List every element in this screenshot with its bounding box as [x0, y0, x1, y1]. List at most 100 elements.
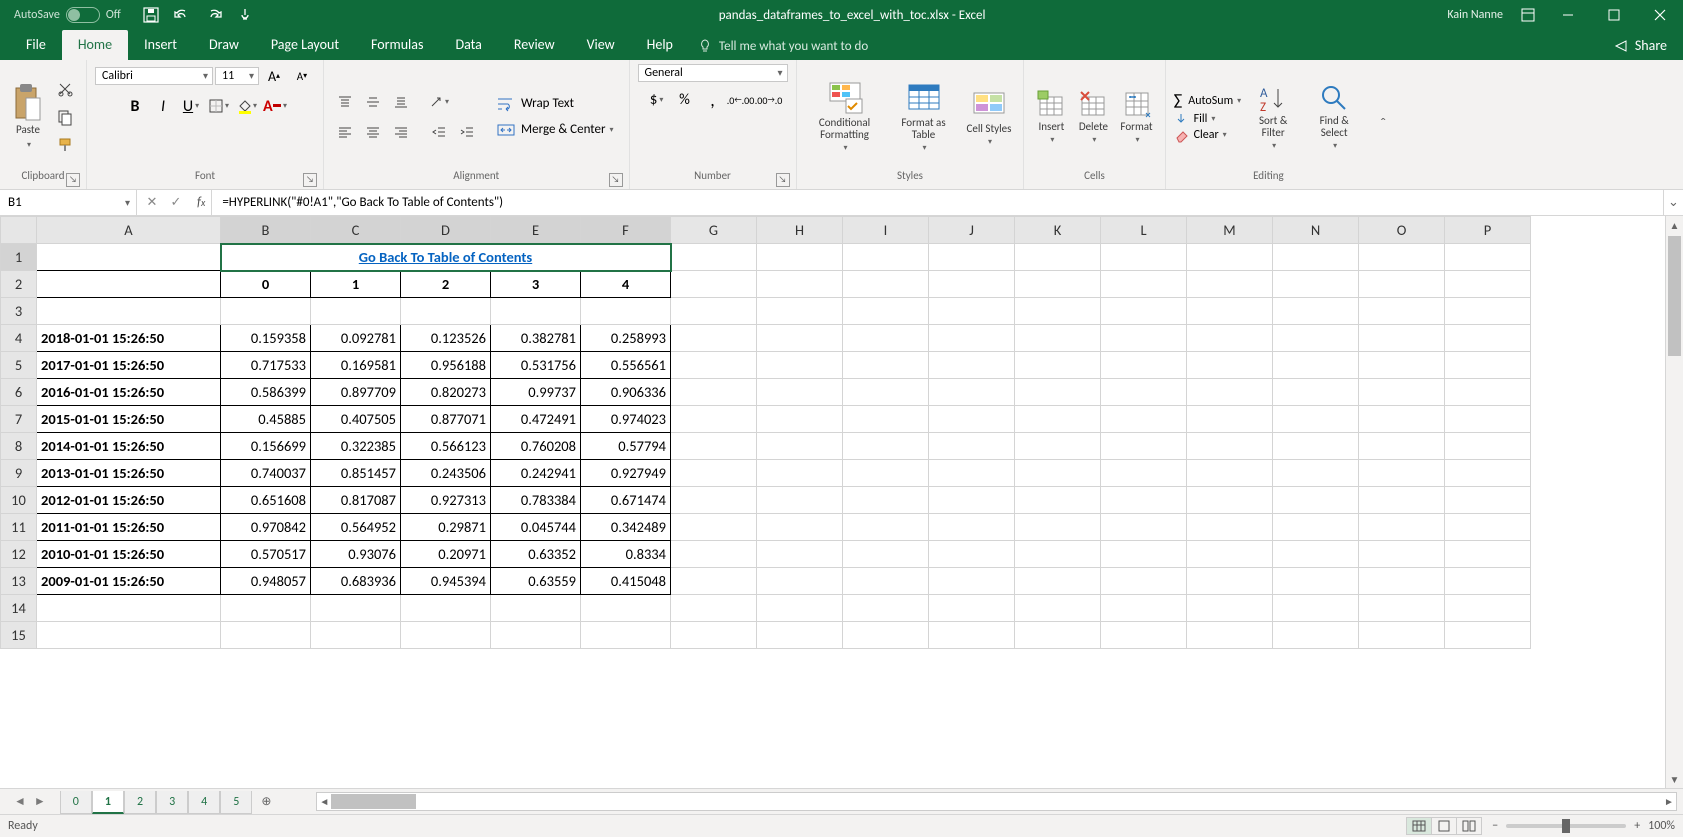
orientation-button[interactable]	[426, 90, 452, 114]
align-center-button[interactable]	[360, 120, 386, 144]
comma-button[interactable]: ,	[700, 88, 726, 112]
timestamp-cell[interactable]: 2013-01-01 15:26:50	[37, 460, 221, 487]
toggle-switch[interactable]	[66, 7, 100, 23]
row-header[interactable]: 4	[1, 325, 37, 352]
wrap-text-button[interactable]: Wrap Text	[490, 93, 621, 115]
col-header[interactable]: K	[1015, 217, 1101, 244]
data-cell[interactable]: 0.57794	[581, 433, 671, 460]
scroll-right-icon[interactable]: ►	[1662, 793, 1676, 810]
col-header[interactable]: B	[221, 217, 311, 244]
data-header[interactable]: 2	[401, 271, 491, 298]
cell-grid[interactable]: A B C D E F G H I J K L M N O P 1 Go Bac…	[0, 216, 1665, 788]
tab-file[interactable]: File	[10, 30, 62, 60]
sort-filter-button[interactable]: AZ Sort & Filter	[1245, 81, 1301, 153]
sheet-tab[interactable]: 0	[60, 791, 92, 814]
data-cell[interactable]: 0.740037	[221, 460, 311, 487]
save-icon[interactable]	[143, 7, 159, 23]
align-left-button[interactable]	[332, 120, 358, 144]
row-header[interactable]: 3	[1, 298, 37, 325]
align-top-button[interactable]	[332, 90, 358, 114]
row-header[interactable]: 10	[1, 487, 37, 514]
col-header[interactable]: I	[843, 217, 929, 244]
scroll-thumb[interactable]	[1668, 236, 1681, 356]
data-cell[interactable]: 0.156699	[221, 433, 311, 460]
maximize-button[interactable]	[1591, 0, 1637, 30]
row-header[interactable]: 7	[1, 406, 37, 433]
timestamp-cell[interactable]: 2010-01-01 15:26:50	[37, 541, 221, 568]
data-cell[interactable]: 0.159358	[221, 325, 311, 352]
col-header[interactable]: C	[311, 217, 401, 244]
row-header[interactable]: 6	[1, 379, 37, 406]
accounting-format-button[interactable]: $	[644, 88, 670, 112]
data-cell[interactable]: 0.8334	[581, 541, 671, 568]
timestamp-cell[interactable]: 2014-01-01 15:26:50	[37, 433, 221, 460]
data-cell[interactable]: 0.93076	[311, 541, 401, 568]
delete-cells-button[interactable]: Delete	[1074, 87, 1112, 147]
italic-button[interactable]: I	[150, 94, 176, 118]
data-header[interactable]: 1	[311, 271, 401, 298]
number-format-select[interactable]: General	[638, 64, 788, 82]
horizontal-scrollbar[interactable]: ◄ ►	[316, 792, 1677, 811]
row-header[interactable]: 2	[1, 271, 37, 298]
data-cell[interactable]: 0.783384	[491, 487, 581, 514]
clear-button[interactable]: Clear	[1174, 128, 1242, 142]
data-cell[interactable]: 0.258993	[581, 325, 671, 352]
data-cell[interactable]: 0.407505	[311, 406, 401, 433]
new-sheet-button[interactable]: ⊕	[252, 789, 280, 814]
data-cell[interactable]: 0.472491	[491, 406, 581, 433]
toc-link-cell[interactable]: Go Back To Table of Contents	[221, 244, 671, 271]
row-header[interactable]: 14	[1, 595, 37, 622]
col-header[interactable]: L	[1101, 217, 1187, 244]
increase-decimal-button[interactable]: .0←.00	[728, 88, 754, 112]
data-cell[interactable]: 0.092781	[311, 325, 401, 352]
tab-page-layout[interactable]: Page Layout	[255, 30, 355, 60]
data-cell[interactable]: 0.877071	[401, 406, 491, 433]
data-cell[interactable]: 0.382781	[491, 325, 581, 352]
fx-label[interactable]: fx	[191, 190, 212, 215]
row-header[interactable]: 9	[1, 460, 37, 487]
data-header[interactable]: 3	[491, 271, 581, 298]
sheet-nav-arrows[interactable]: ◄►	[0, 789, 60, 814]
data-cell[interactable]: 0.63352	[491, 541, 581, 568]
zoom-out-button[interactable]: −	[1492, 819, 1498, 833]
data-cell[interactable]: 0.242941	[491, 460, 581, 487]
borders-button[interactable]	[206, 94, 232, 118]
timestamp-cell[interactable]: 2009-01-01 15:26:50	[37, 568, 221, 595]
decrease-indent-button[interactable]	[426, 120, 452, 144]
data-cell[interactable]: 0.717533	[221, 352, 311, 379]
tab-help[interactable]: Help	[631, 30, 689, 60]
data-cell[interactable]: 0.760208	[491, 433, 581, 460]
tab-data[interactable]: Data	[439, 30, 497, 60]
dialog-launcher-icon[interactable]: ↘	[66, 173, 80, 187]
tab-home[interactable]: Home	[62, 30, 128, 60]
fill-color-button[interactable]	[234, 94, 260, 118]
merge-center-button[interactable]: Merge & Center	[490, 119, 621, 141]
redo-icon[interactable]	[205, 7, 223, 23]
format-cells-button[interactable]: Format	[1116, 87, 1156, 147]
data-cell[interactable]: 0.531756	[491, 352, 581, 379]
align-middle-button[interactable]	[360, 90, 386, 114]
data-cell[interactable]: 0.45885	[221, 406, 311, 433]
underline-button[interactable]: U	[178, 94, 204, 118]
accept-formula-icon[interactable]: ✓	[167, 195, 185, 210]
data-cell[interactable]: 0.556561	[581, 352, 671, 379]
data-cell[interactable]: 0.970842	[221, 514, 311, 541]
collapse-ribbon-button[interactable]: ˆ	[1371, 60, 1395, 189]
fill-button[interactable]: Fill	[1174, 112, 1242, 126]
timestamp-cell[interactable]: 2015-01-01 15:26:50	[37, 406, 221, 433]
tab-draw[interactable]: Draw	[193, 30, 255, 60]
data-cell[interactable]: 0.342489	[581, 514, 671, 541]
undo-icon[interactable]	[173, 7, 191, 23]
data-cell[interactable]: 0.123526	[401, 325, 491, 352]
sheet-tab[interactable]: 4	[188, 791, 220, 814]
row-header[interactable]: 1	[1, 244, 37, 271]
data-cell[interactable]: 0.974023	[581, 406, 671, 433]
zoom-in-button[interactable]: +	[1634, 819, 1640, 833]
row-header[interactable]: 15	[1, 622, 37, 649]
data-cell[interactable]: 0.415048	[581, 568, 671, 595]
data-cell[interactable]: 0.945394	[401, 568, 491, 595]
dialog-launcher-icon[interactable]: ↘	[303, 173, 317, 187]
col-header[interactable]: D	[401, 217, 491, 244]
expand-formula-bar-button[interactable]: ⌄	[1663, 190, 1683, 215]
tab-review[interactable]: Review	[498, 30, 571, 60]
